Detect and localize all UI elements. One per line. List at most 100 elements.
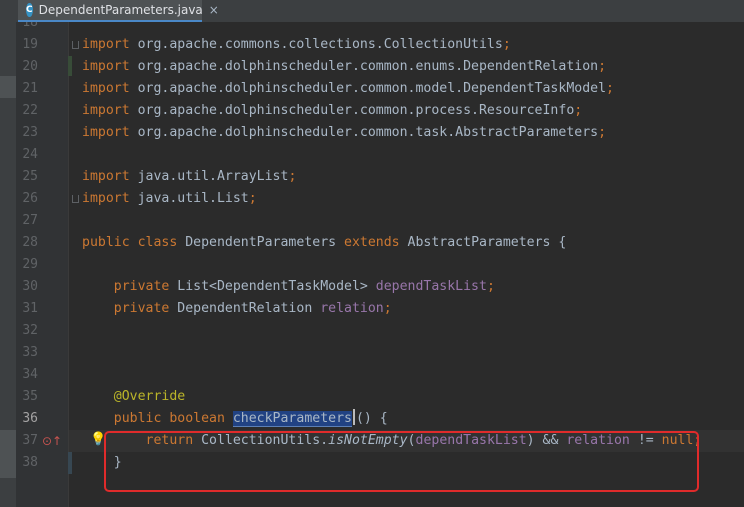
code-token: ) && — [526, 433, 567, 448]
code-text[interactable]: public class DependentParameters extends… — [82, 232, 566, 254]
code-text[interactable]: import org.apache.dolphinscheduler.commo… — [82, 122, 606, 144]
code-token: != — [637, 433, 662, 448]
code-token: CollectionUtils. — [201, 433, 329, 448]
line-number: 30 — [22, 279, 38, 294]
code-line[interactable]: 29 — [0, 254, 744, 276]
code-text[interactable]: public boolean checkParameters() { — [82, 408, 388, 430]
code-token: import — [82, 59, 138, 74]
line-number: 29 — [22, 257, 38, 272]
code-token: ; — [502, 37, 511, 52]
code-token: public boolean — [82, 411, 233, 426]
code-token: org.apache.dolphinscheduler.common.proce… — [137, 103, 575, 118]
code-token: private — [82, 279, 178, 294]
code-text[interactable]: import java.util.ArrayList; — [82, 166, 296, 188]
code-token: relation — [566, 433, 638, 448]
code-text[interactable]: private DependentRelation relation; — [82, 298, 392, 320]
code-token: import — [82, 125, 138, 140]
code-line[interactable]: 34 — [0, 364, 744, 386]
code-token: private — [82, 301, 178, 316]
code-token: ; — [598, 59, 607, 74]
code-token: ; — [574, 103, 583, 118]
line-number: 34 — [22, 367, 38, 382]
code-text[interactable]: return CollectionUtils.isNotEmpty(depend… — [82, 430, 702, 452]
code-token: ; — [486, 279, 495, 294]
code-text[interactable]: } — [82, 452, 122, 474]
code-line[interactable]: 36 public boolean checkParameters() { — [0, 408, 744, 430]
close-icon[interactable]: × — [209, 3, 219, 17]
code-token: dependTaskList — [415, 433, 527, 448]
code-token: org.apache.dolphinscheduler.common.task.… — [137, 125, 599, 140]
code-line[interactable]: 21 import org.apache.dolphinscheduler.com… — [0, 78, 744, 100]
code-text[interactable]: @Override — [82, 386, 185, 408]
code-token: java.util.ArrayList — [137, 169, 289, 184]
code-line[interactable]: 33 — [0, 342, 744, 364]
code-token: dependTaskList — [375, 279, 487, 294]
line-number: 23 — [22, 125, 38, 140]
line-number: 26 — [22, 191, 38, 206]
line-number: 25 — [22, 169, 38, 184]
tab-title: DependentParameters.java — [38, 3, 203, 17]
code-token: @Override — [82, 389, 186, 404]
code-line[interactable]: 38 } — [0, 452, 744, 474]
code-editor[interactable]: 17package org.apache.dolphinscheduler.co… — [0, 0, 744, 507]
line-number: 32 — [22, 323, 38, 338]
code-token: import — [82, 103, 138, 118]
code-token: org.apache.commons.collections.Collectio… — [137, 37, 503, 52]
code-text[interactable]: import org.apache.dolphinscheduler.commo… — [82, 56, 606, 78]
code-line[interactable]: 20 import org.apache.dolphinscheduler.com… — [0, 56, 744, 78]
code-token: import — [82, 169, 138, 184]
code-line[interactable]: 30 private List<DependentTaskModel> depe… — [0, 276, 744, 298]
editor-tab-bar: C DependentParameters.java × — [0, 0, 744, 22]
override-method-icon[interactable]: ⊙↑ — [42, 433, 62, 449]
code-token: List<DependentTaskModel> — [177, 279, 376, 294]
intention-bulb-icon[interactable]: 💡 — [90, 432, 106, 448]
code-text[interactable]: import org.apache.commons.collections.Co… — [82, 34, 511, 56]
line-number: 36 — [22, 411, 38, 426]
fold-icon[interactable] — [72, 195, 79, 203]
line-number: 28 — [22, 235, 38, 250]
code-text[interactable]: import org.apache.dolphinscheduler.commo… — [82, 100, 582, 122]
code-token: isNotEmpty — [328, 433, 408, 448]
code-token: AbstractParameters { — [407, 235, 567, 250]
code-token: import — [82, 191, 138, 206]
code-line[interactable]: 19 import org.apache.commons.collections.… — [0, 34, 744, 56]
editor-tab[interactable]: C DependentParameters.java × — [18, 0, 219, 22]
line-number: 38 — [22, 455, 38, 470]
line-number: 33 — [22, 345, 38, 360]
fold-icon[interactable] — [72, 41, 79, 49]
code-token: ; — [288, 169, 297, 184]
code-token: ; — [248, 191, 257, 206]
line-number: 37 — [22, 433, 38, 448]
code-line[interactable]: 35 @Override — [0, 386, 744, 408]
code-line[interactable]: 31 private DependentRelation relation; — [0, 298, 744, 320]
line-number: 19 — [22, 37, 38, 52]
line-number: 22 — [22, 103, 38, 118]
line-number: 20 — [22, 59, 38, 74]
line-number: 24 — [22, 147, 38, 162]
code-text[interactable]: import org.apache.dolphinscheduler.commo… — [82, 78, 614, 100]
code-token: public class — [82, 235, 186, 250]
code-text[interactable]: import java.util.List; — [82, 188, 257, 210]
code-line[interactable]: 27 — [0, 210, 744, 232]
code-line[interactable]: 25 import java.util.ArrayList; — [0, 166, 744, 188]
code-token: java.util.List — [137, 191, 249, 206]
code-token: ; — [383, 301, 392, 316]
code-token: org.apache.dolphinscheduler.common.enums… — [137, 59, 599, 74]
code-line[interactable]: 22 import org.apache.dolphinscheduler.com… — [0, 100, 744, 122]
code-text[interactable]: private List<DependentTaskModel> dependT… — [82, 276, 495, 298]
code-token: null — [661, 433, 694, 448]
code-line[interactable]: 24 — [0, 144, 744, 166]
code-token: DependentRelation — [177, 301, 321, 316]
code-line[interactable]: 37 return CollectionUtils.isNotEmpty(dep… — [0, 430, 744, 452]
code-token: relation — [320, 301, 384, 316]
code-line[interactable]: 32 — [0, 320, 744, 342]
text-caret — [352, 409, 355, 425]
line-number: 27 — [22, 213, 38, 228]
code-line[interactable]: 23 import org.apache.dolphinscheduler.com… — [0, 122, 744, 144]
code-token: ; — [693, 433, 702, 448]
code-token: checkParameters — [232, 411, 352, 427]
code-line[interactable]: 26 import java.util.List; — [0, 188, 744, 210]
line-number: 35 — [22, 389, 38, 404]
code-token: } — [82, 455, 122, 470]
code-line[interactable]: 28 public class DependentParameters exten… — [0, 232, 744, 254]
